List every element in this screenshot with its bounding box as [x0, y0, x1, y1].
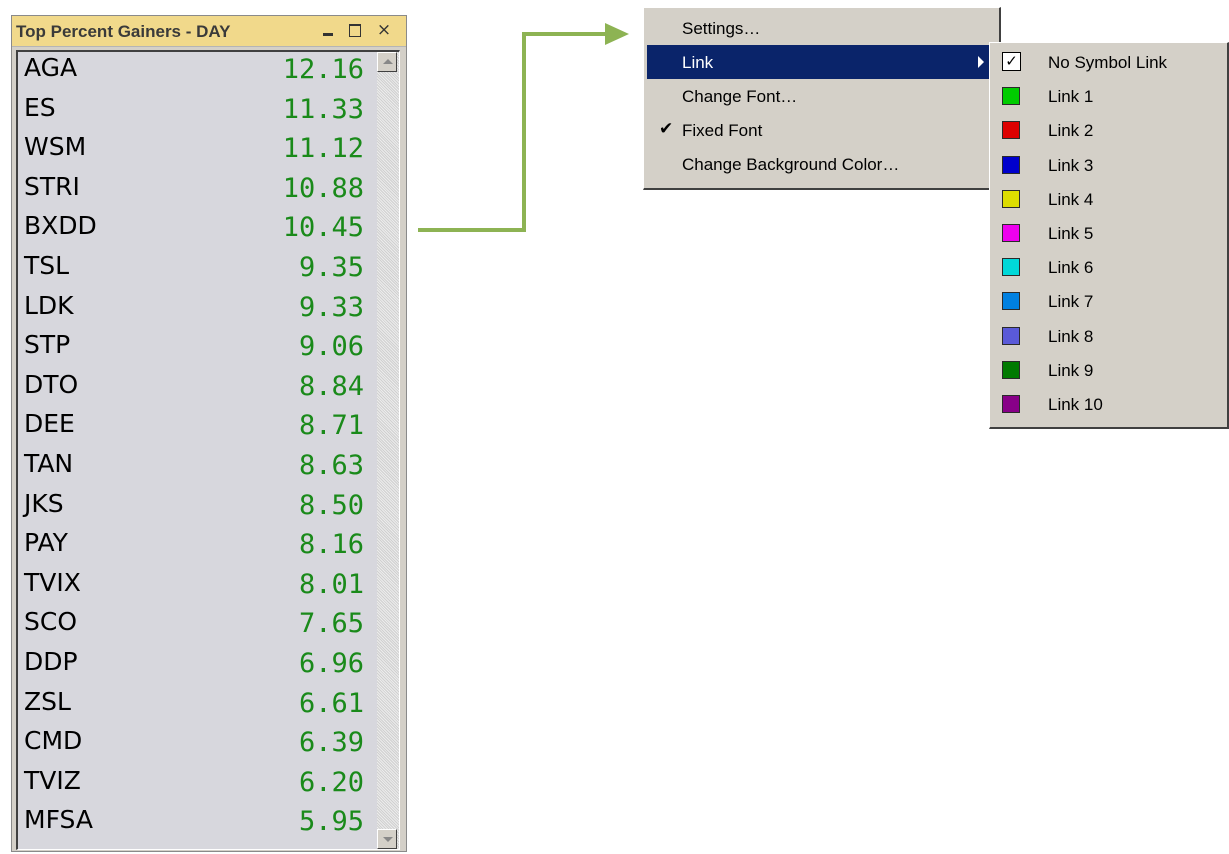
link-menu-label: Link 1: [1048, 87, 1094, 107]
color-swatch-icon: [1002, 292, 1020, 311]
link-menu-item[interactable]: ✓ No Symbol Link: [993, 46, 1224, 80]
link-menu-label: Link 6: [1048, 258, 1094, 278]
link-menu-item[interactable]: Link 6: [993, 251, 1224, 285]
color-swatch-icon: [1002, 189, 1020, 208]
checkbox-icon: ✓: [1002, 52, 1021, 71]
link-menu-label: Link 4: [1048, 189, 1094, 209]
color-swatch-icon: [1002, 395, 1020, 413]
menu-item-label: Link: [682, 53, 714, 72]
color-swatch-icon: [1002, 258, 1020, 277]
connector-line: [418, 32, 608, 232]
link-menu-label: No Symbol Link: [1048, 53, 1168, 72]
link-menu-item[interactable]: Link 7: [993, 285, 1224, 319]
menu-item[interactable]: Settings…: [647, 11, 996, 45]
color-swatch-icon: [1002, 326, 1020, 345]
color-swatch-icon: [1002, 155, 1020, 174]
link-menu-label: Link 9: [1048, 360, 1094, 380]
menu-item-label: Settings…: [682, 19, 761, 38]
link-menu-label: Link 2: [1048, 121, 1094, 141]
link-menu-item[interactable]: Link 8: [993, 320, 1224, 354]
menu-item[interactable]: Change Background Color…: [647, 147, 996, 181]
link-menu-label: Link 5: [1048, 224, 1094, 243]
color-swatch-icon: [1002, 360, 1020, 379]
menu-item[interactable]: Change Font…: [647, 79, 996, 113]
link-menu-item[interactable]: Link 4: [993, 183, 1224, 217]
color-swatch-icon: [1002, 121, 1020, 140]
link-menu-item[interactable]: Link 3: [993, 149, 1224, 183]
link-menu-item[interactable]: Link 9: [993, 354, 1224, 388]
link-menu-label: Link 10: [1048, 395, 1103, 414]
arrowhead-icon: [605, 23, 629, 45]
link-menu-label: Link 3: [1048, 155, 1094, 175]
link-menu-item[interactable]: Link 2: [993, 114, 1224, 148]
color-swatch-icon: [1002, 87, 1020, 106]
link-submenu: ✓ No Symbol Link Link 1 Link 2 Link 3 Link 4 L…: [989, 42, 1229, 429]
menu-item-label: Change Font…: [682, 87, 798, 106]
submenu-arrow-icon: [978, 56, 984, 68]
link-menu-item[interactable]: Link 5: [993, 217, 1224, 251]
color-swatch-icon: [1002, 224, 1020, 242]
link-menu-item[interactable]: Link 10: [993, 388, 1224, 422]
checkmark-icon: ✔: [659, 119, 674, 138]
link-menu-label: Link 7: [1048, 292, 1094, 312]
menu-item[interactable]: Link: [647, 45, 996, 79]
menu-item-label: Fixed Font: [682, 121, 763, 140]
link-menu-item[interactable]: Link 1: [993, 80, 1224, 114]
context-menu: Settings… Link Change Font… ✔ Fixed Font Chan…: [643, 7, 1001, 190]
menu-item[interactable]: ✔ Fixed Font: [647, 113, 996, 147]
link-menu-label: Link 8: [1048, 326, 1094, 346]
menu-item-label: Change Background Color…: [682, 155, 900, 174]
